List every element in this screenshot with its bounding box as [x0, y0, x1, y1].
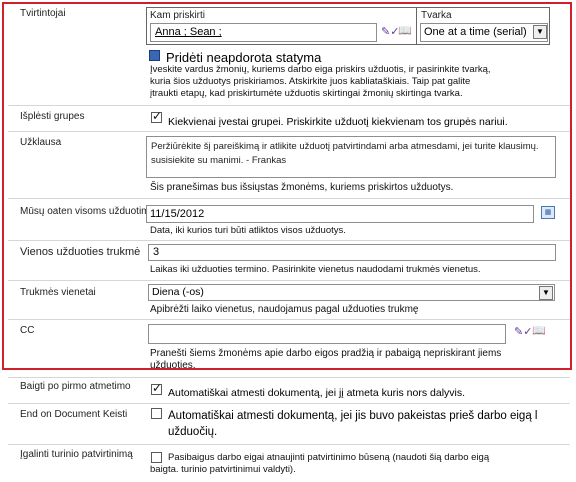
- order-header: Tvarka: [421, 10, 452, 21]
- address-book-icon[interactable]: 📖: [398, 25, 412, 37]
- approvers-people-input[interactable]: Anna ; Sean ;: [150, 23, 377, 42]
- duration-units-select[interactable]: Diena (-os): [148, 284, 555, 301]
- cc-address-book-icon[interactable]: 📖: [532, 325, 546, 337]
- assign-to-header: Kam priskirti: [150, 10, 206, 21]
- expand-groups-label: Išplėsti grupes: [20, 111, 85, 122]
- approvers-help: Įveskite vardus žmonių, kuriems darbo ei…: [150, 64, 491, 99]
- duration-units-label: Trukmės vienetai: [20, 287, 96, 298]
- duration-help: Laikas iki užduoties termino. Pasirinkit…: [150, 264, 481, 275]
- request-label: Užklausa: [20, 137, 62, 148]
- order-select-chevron-icon[interactable]: ▼: [533, 25, 547, 39]
- due-date-help: Data, iki kurios turi būti atliktos viso…: [150, 225, 346, 236]
- end-on-change-text: Automatiškai atmesti dokumentą, jei jis …: [168, 410, 538, 438]
- end-first-reject-checkbox[interactable]: [151, 381, 162, 395]
- add-stage-link[interactable]: Pridėti neapdorota statyma: [166, 50, 321, 65]
- end-on-change-checkbox[interactable]: [151, 408, 162, 419]
- cc-label: CC: [20, 325, 35, 336]
- end-first-reject-label: Baigti po pirmo atmetimo: [20, 381, 131, 392]
- approvers-table-divider: [416, 7, 417, 45]
- end-on-change-label: End on Document Keisti: [20, 409, 128, 420]
- order-select[interactable]: One at a time (serial): [420, 23, 548, 42]
- duration-units-help: Apibrėžti laiko vienetus, naudojamus pag…: [150, 304, 419, 315]
- duration-units-chevron-icon[interactable]: ▼: [539, 286, 553, 300]
- due-date-label: Mūsų oaten visoms užduotims: [20, 206, 155, 217]
- cc-help: Pranešti šiems žmonėms apie darbo eigos …: [150, 348, 502, 371]
- calendar-icon[interactable]: ▦: [541, 206, 555, 219]
- add-stage-icon[interactable]: [149, 50, 160, 61]
- cc-input[interactable]: [148, 324, 506, 344]
- content-approval-text: Pasibaigus darbo eigai atnaujinti patvir…: [150, 452, 490, 475]
- due-date-input[interactable]: 11/15/2012: [146, 205, 534, 223]
- approvers-label: Tvirtintojai: [20, 8, 66, 19]
- duration-input[interactable]: 3: [148, 244, 556, 261]
- request-textarea[interactable]: Peržiūrėkite šį pareiškimą ir atlikite u…: [146, 136, 556, 178]
- end-first-reject-text: Automatiškai atmesti dokumentą, jei jį a…: [168, 387, 466, 399]
- content-approval-label: Įgalinti turinio patvirtinimą: [20, 449, 133, 460]
- expand-groups-checkbox[interactable]: [151, 109, 162, 123]
- expand-groups-text: Kiekvienai įvestai grupei. Priskirkite u…: [168, 116, 508, 128]
- request-help: Šis pranešimas bus išsiųstas žmonėms, ku…: [150, 182, 454, 193]
- check-names-icon[interactable]: ✎✓: [381, 26, 399, 38]
- duration-label: Vienos užduoties trukmė: [20, 246, 141, 258]
- cc-check-names-icon[interactable]: ✎✓: [514, 326, 532, 338]
